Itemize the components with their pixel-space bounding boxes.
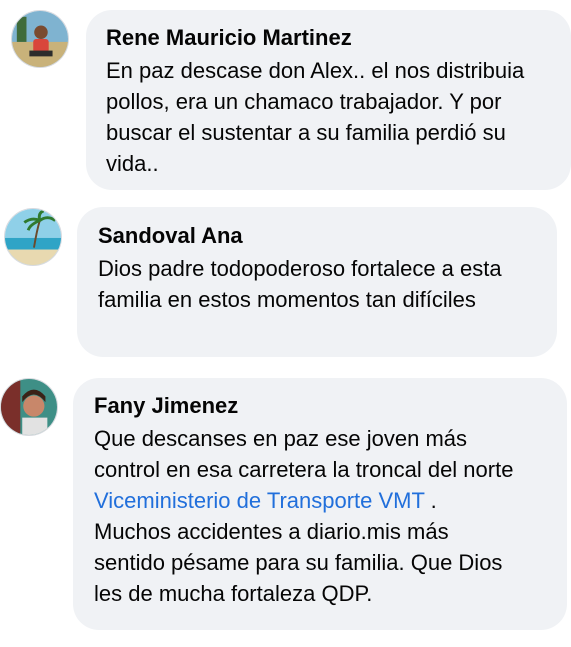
mention-link[interactable]: Viceministerio de Transporte VMT [94, 488, 425, 513]
comment-text-line: En paz descase don Alex.. el nos distrib… [106, 58, 525, 83]
comment-text: En paz descase don Alex.. el nos distrib… [106, 55, 559, 179]
comment-bubble: Rene Mauricio Martinez En paz descase do… [86, 10, 571, 190]
comment-author[interactable]: Rene Mauricio Martinez [106, 25, 559, 51]
comment-author[interactable]: Fany Jimenez [94, 393, 557, 419]
comment-text-line: Viceministerio de Transporte VMT . [94, 485, 557, 516]
comment-text-line: control en esa carretera la troncal del … [94, 457, 514, 482]
comment-text-line: vida.. [106, 151, 159, 176]
comment-text-line: Muchos accidentes a diario.mis más [94, 519, 449, 544]
comment-text-line: Dios padre todopoderoso fortalece a esta [98, 256, 502, 281]
comment-text-line: sentido pésame para su familia. Que Dios [94, 550, 503, 575]
mention-suffix: . [424, 488, 437, 513]
comment-text-line: familia en estos momentos tan difíciles [98, 287, 476, 312]
comment-text: Dios padre todopoderoso fortalece a esta… [98, 253, 545, 315]
user-photo-icon [12, 11, 68, 67]
comment-item: Fany Jimenez Que descanses en paz ese jo… [0, 370, 571, 647]
comment-bubble: Sandoval Ana Dios padre todopoderoso for… [77, 207, 557, 357]
comment-item: Rene Mauricio Martinez En paz descase do… [0, 0, 571, 200]
comment-text-line: buscar el sustentar a su familia perdió … [106, 120, 506, 145]
comment-text-line: pollos, era un chamaco trabajador. Y por [106, 89, 502, 114]
comment-text-line: Que descanses en paz ese joven más [94, 426, 468, 451]
comment-author[interactable]: Sandoval Ana [98, 223, 545, 249]
comment-text-line: les de mucha fortaleza QDP. [94, 581, 373, 606]
avatar[interactable] [11, 10, 69, 68]
avatar[interactable] [4, 208, 62, 266]
beach-photo-icon [5, 209, 61, 265]
comment-bubble: Fany Jimenez Que descanses en paz ese jo… [73, 378, 567, 630]
user-photo-icon [1, 379, 57, 435]
avatar[interactable] [0, 378, 58, 436]
comment-text: Que descanses en paz ese joven más contr… [94, 423, 557, 609]
comment-item: Sandoval Ana Dios padre todopoderoso for… [0, 200, 571, 370]
